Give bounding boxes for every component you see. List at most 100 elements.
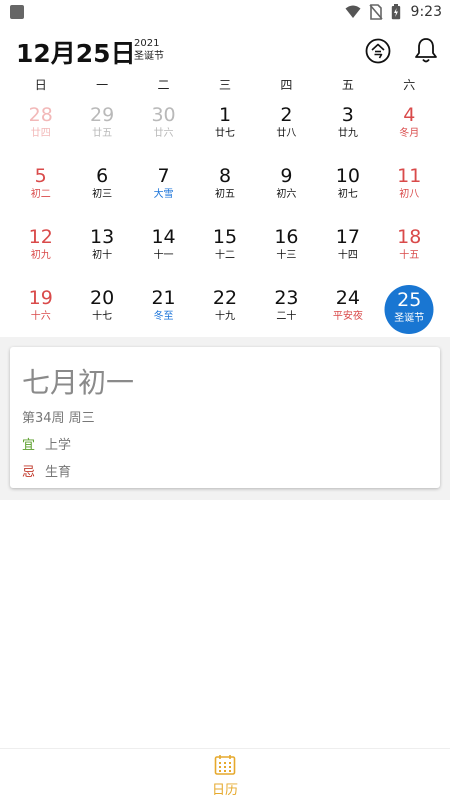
weekday-label: 四 [280, 78, 293, 92]
lunar-label: 廿五 [92, 128, 113, 139]
day-number: 9 [280, 165, 293, 187]
day-number: 7 [157, 165, 170, 187]
day-number: 11 [397, 165, 422, 187]
day-number: 3 [341, 104, 354, 126]
calendar-day[interactable]: 12 初九 [10, 222, 71, 283]
calendar-day[interactable]: 15 十二 [194, 222, 255, 283]
lunar-label: 冬月 [399, 128, 420, 139]
calendar-day[interactable]: 7 大雪 [133, 161, 194, 222]
day-number: 4 [403, 104, 416, 126]
calendar-day-selected[interactable]: 25 圣诞节 [379, 283, 440, 344]
calendar-day[interactable]: 16 十三 [256, 222, 317, 283]
selected-date-title: 12月25日 [16, 39, 136, 68]
lunar-label: 十五 [399, 250, 420, 261]
lunar-label: 冬至 [153, 311, 174, 322]
year-festival-block: 2021 圣诞节 [134, 37, 164, 63]
calendar-day[interactable]: 23 二十 [256, 283, 317, 344]
lunar-label: 十七 [92, 311, 113, 322]
calendar-day[interactable]: 4 冬月 [379, 100, 440, 161]
weekday-label: 五 [341, 78, 354, 92]
day-number: 19 [28, 287, 53, 309]
system-icons: 9:23 [345, 2, 442, 22]
lunar-label: 十九 [214, 311, 235, 322]
lunar-label: 初十 [92, 250, 113, 261]
day-number: 6 [96, 165, 109, 187]
lunar-label: 初八 [399, 189, 420, 200]
calendar-day[interactable]: 18 十五 [379, 222, 440, 283]
calendar-day[interactable]: 29 廿五 [71, 100, 132, 161]
day-number: 30 [151, 104, 176, 126]
lunar-label: 初三 [92, 189, 113, 200]
lunar-label: 初二 [30, 189, 51, 200]
ji-row: 忌 生育 [22, 461, 71, 480]
day-number: 1 [218, 104, 232, 126]
calendar-day[interactable]: 20 十七 [71, 283, 132, 344]
lunar-label: 十六 [30, 311, 51, 322]
today-icon [365, 38, 391, 64]
lunar-label: 初五 [214, 189, 235, 200]
calendar-day[interactable]: 8 初五 [194, 161, 255, 222]
festival-label: 圣诞节 [134, 51, 164, 62]
wifi-icon [345, 5, 361, 18]
calendar-day[interactable]: 2 廿八 [256, 100, 317, 161]
notification-button[interactable] [412, 36, 440, 66]
ji-text: 生育 [45, 465, 72, 480]
calendar-day[interactable]: 30 廿六 [133, 100, 194, 161]
calendar-day[interactable]: 22 十九 [194, 283, 255, 344]
calendar-day[interactable]: 17 十四 [317, 222, 378, 283]
weekday-label: 二 [157, 78, 170, 92]
calendar-day[interactable]: 9 初六 [256, 161, 317, 222]
bell-icon [415, 38, 437, 63]
day-number: 15 [212, 226, 238, 248]
weekday-label: 三 [218, 78, 231, 92]
day-number: 13 [90, 226, 115, 248]
lunar-label: 二十 [276, 311, 297, 322]
day-number: 14 [151, 226, 176, 248]
lunar-label: 十二 [214, 250, 235, 261]
weekday-label: 一 [96, 78, 109, 92]
lunar-label: 廿七 [214, 128, 235, 139]
day-number: 17 [335, 226, 360, 248]
lunar-label: 初六 [276, 189, 297, 200]
day-number: 29 [90, 104, 115, 126]
no-sim-icon [368, 4, 383, 20]
calendar-day[interactable]: 24 平安夜 [317, 283, 378, 344]
calendar-day[interactable]: 19 十六 [10, 283, 71, 344]
lunar-label: 十一 [153, 250, 174, 261]
day-number: 22 [212, 287, 238, 309]
lunar-label: 初七 [337, 189, 358, 200]
yi-label: 宜 [22, 438, 36, 453]
calendar-day[interactable]: 21 冬至 [133, 283, 194, 344]
day-number: 18 [397, 226, 422, 248]
calendar-day[interactable]: 14 十一 [133, 222, 194, 283]
day-number: 12 [28, 226, 53, 248]
calendar-day[interactable]: 5 初二 [10, 161, 71, 222]
lunar-label: 廿九 [337, 128, 358, 139]
status-bar: 9:23 [0, 0, 450, 24]
calendar-day[interactable]: 10 初七 [317, 161, 378, 222]
weekday-label: 日 [34, 78, 47, 92]
calendar-day[interactable]: 6 初三 [71, 161, 132, 222]
calendar-icon [214, 755, 236, 775]
day-number: 2 [280, 104, 293, 126]
tab-calendar[interactable]: 日历 [200, 753, 250, 798]
calendar-day[interactable]: 3 廿九 [317, 100, 378, 161]
lunar-label: 十四 [337, 250, 358, 261]
week-info: 第34周 周三 [22, 411, 95, 426]
battery-icon [391, 4, 400, 20]
calendar-day[interactable]: 28 廿四 [10, 100, 71, 161]
calendar-day[interactable]: 1 廿七 [194, 100, 255, 161]
lunar-label: 廿四 [30, 128, 51, 139]
calendar-day[interactable]: 13 初十 [71, 222, 132, 283]
day-number: 28 [28, 104, 53, 126]
notification-icon [10, 5, 24, 19]
day-info-card[interactable]: 七月初一 第34周 周三 宜 上学 忌 生育 [10, 347, 440, 488]
today-button[interactable] [364, 37, 392, 65]
ji-label: 忌 [22, 465, 36, 480]
calendar-day[interactable]: 11 初八 [379, 161, 440, 222]
day-number: 21 [151, 287, 176, 309]
lunar-date: 七月初一 [22, 366, 135, 399]
tab-calendar-label: 日历 [211, 783, 238, 798]
weekday-header: 日 一 二 三 四 五 六 [10, 76, 440, 96]
day-number: 16 [274, 226, 299, 248]
